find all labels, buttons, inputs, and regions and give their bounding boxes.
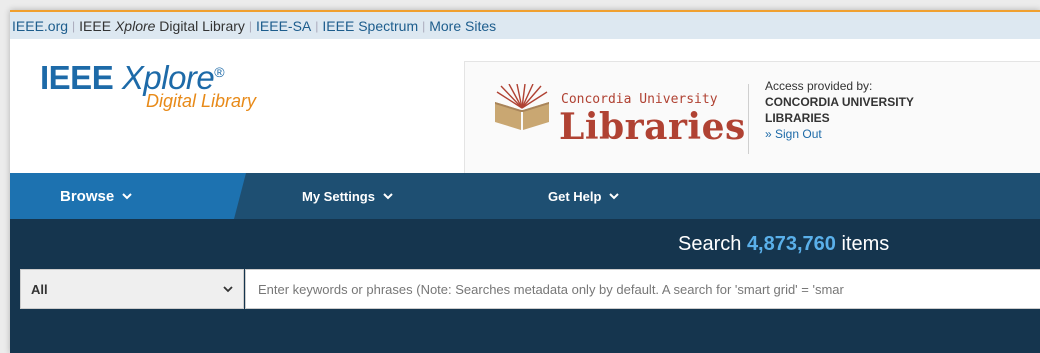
- link-ieee-spectrum[interactable]: IEEE Spectrum: [322, 18, 418, 34]
- institution-panel: Concordia University Libraries Access pr…: [464, 61, 1040, 176]
- sign-out-link[interactable]: » Sign Out: [765, 127, 822, 141]
- nav-get-help[interactable]: Get Help: [548, 173, 620, 219]
- page: IEEE.org | IEEE Xplore Digital Library |…: [10, 10, 1040, 353]
- link-ieee-org[interactable]: IEEE.org: [12, 18, 68, 34]
- site-header: IEEE Xplore® Digital Library Concordia U…: [10, 39, 1040, 176]
- access-info: Access provided by: CONCORDIA UNIVERSITY…: [765, 78, 914, 142]
- divider: [748, 84, 749, 154]
- main-nav: Browse My Settings Get Help: [10, 173, 1040, 219]
- chevron-down-icon: [122, 193, 132, 200]
- chevron-down-icon: [609, 193, 620, 200]
- org-name-line2: LIBRARIES: [765, 111, 830, 125]
- library-name-small: Concordia University: [561, 92, 718, 107]
- search-input[interactable]: Enter keywords or phrases (Note: Searche…: [245, 269, 1040, 309]
- separator: |: [248, 18, 253, 33]
- ieee-xplore-logo[interactable]: IEEE Xplore® Digital Library: [40, 55, 256, 112]
- library-name-big: Libraries: [559, 106, 746, 148]
- search-count-heading: Search 4,873,760 items: [678, 233, 890, 255]
- link-ieee-sa[interactable]: IEEE-SA: [256, 18, 311, 34]
- separator: |: [422, 18, 426, 33]
- link-more-sites[interactable]: More Sites: [429, 18, 496, 34]
- search-placeholder: Enter keywords or phrases (Note: Searche…: [258, 281, 844, 297]
- nav-my-settings[interactable]: My Settings: [302, 173, 393, 219]
- separator: |: [72, 18, 76, 33]
- top-links-bar: IEEE.org | IEEE Xplore Digital Library |…: [10, 10, 1040, 39]
- access-label: Access provided by:: [765, 79, 873, 93]
- search-scope-select[interactable]: All: [20, 269, 244, 309]
- nav-browse[interactable]: Browse: [60, 173, 132, 219]
- chevron-down-icon: [383, 193, 393, 200]
- search-panel: Search 4,873,760 items All Enter keyword…: [10, 219, 1040, 353]
- org-name-line1: CONCORDIA UNIVERSITY: [765, 95, 914, 109]
- chevron-down-icon: [223, 286, 233, 293]
- library-book-icon: [495, 84, 549, 130]
- link-ieee-xplore[interactable]: IEEE Xplore Digital Library: [79, 18, 245, 34]
- separator: |: [315, 18, 319, 33]
